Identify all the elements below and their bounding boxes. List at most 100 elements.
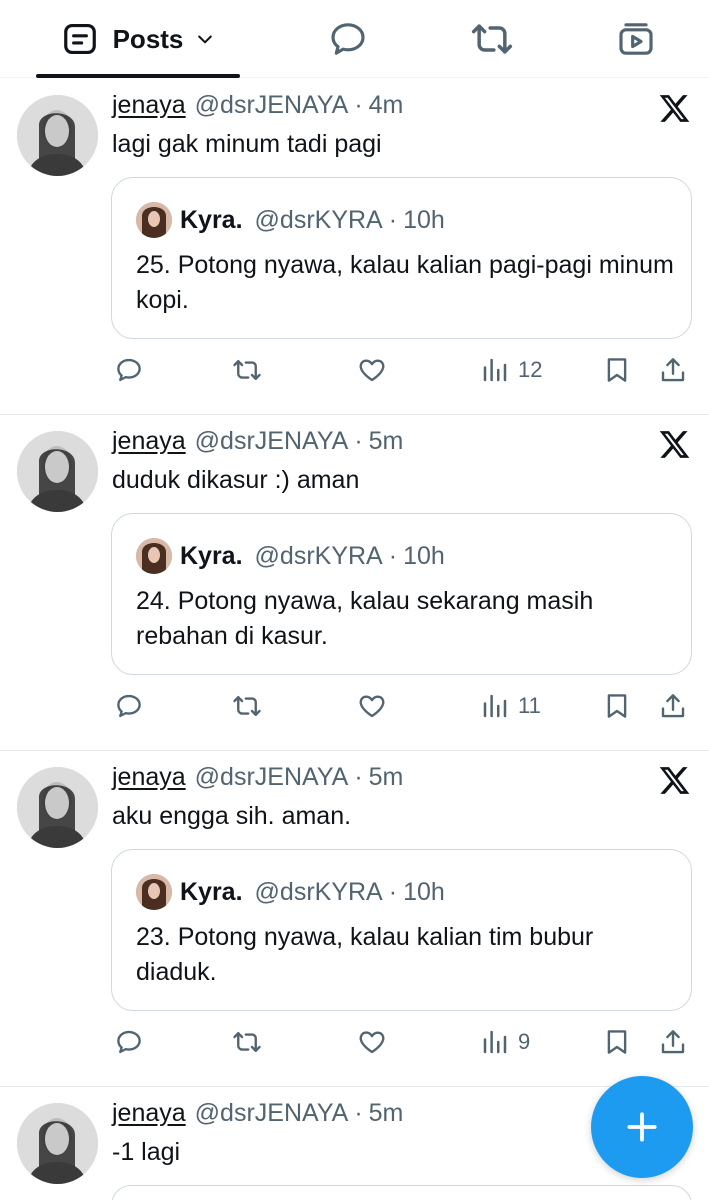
views-button[interactable]: 11 [480,690,541,722]
post[interactable]: jenaya @dsrJENAYA · 4m lagi gak minum ta… [0,79,709,415]
views-icon [483,1030,507,1054]
compose-button[interactable] [591,1076,693,1178]
quoted-post-text: 23. Potong nyawa, kalau kalian tim bubur… [136,923,594,986]
author-name[interactable]: jenaya [112,1099,186,1128]
heart-icon [359,359,385,382]
post-header: jenaya @dsrJENAYA · 4m [112,91,403,120]
post[interactable]: jenaya @dsrJENAYA · 5m aku engga sih. am… [0,751,709,1087]
author-name[interactable]: jenaya [112,763,186,792]
post-time[interactable]: 5m [369,763,404,792]
post-time[interactable]: 4m [369,91,404,120]
post-text: -1 lagi [112,1138,181,1166]
share-button[interactable] [658,1026,688,1058]
post-text: aku engga sih. aman. [112,802,352,830]
chevron-down-icon[interactable] [195,29,215,49]
separator-dot: · [388,877,398,906]
quoted-post-time: 10h [403,877,445,906]
tab-reposts[interactable] [452,0,532,78]
bookmark-icon [607,694,627,718]
like-button[interactable] [357,1026,387,1058]
post-feed: jenaya @dsrJENAYA · 4m lagi gak minum ta… [0,79,709,1200]
avatar[interactable] [17,95,98,176]
quoted-avatar [136,538,172,574]
quoted-post[interactable]: Kyra. @dsrKYRA · 10h 23. Potong nyawa, k… [111,849,692,1011]
tab-videos[interactable] [596,0,676,78]
post-header: jenaya @dsrJENAYA · 5m [112,427,403,456]
author-handle: @dsrJENAYA [194,427,349,455]
x-logo-icon [659,767,690,794]
separator-dot: · [354,1099,363,1127]
quoted-post[interactable]: Kyra. @dsrKYRA · 10h 25. Potong nyawa, k… [111,177,692,339]
repost-icon [233,1032,261,1052]
bookmark-icon [607,1030,627,1054]
quoted-post-text: 25. Potong nyawa, kalau kalian pagi-pagi… [136,251,674,314]
bookmark-icon [607,358,627,382]
like-button[interactable] [357,354,387,386]
quoted-avatar [136,874,172,910]
quoted-author-name: Kyra. [180,205,243,234]
repost-button[interactable] [232,690,262,722]
reply-icon [117,358,141,382]
post-header: jenaya @dsrJENAYA · 5m [112,1099,403,1128]
reply-icon [117,1030,141,1054]
quoted-post-time: 10h [403,541,445,570]
replies-icon [331,23,365,55]
share-button[interactable] [658,690,688,722]
reply-button[interactable] [114,690,144,722]
post-text: duduk dikasur :) aman [112,466,360,494]
avatar[interactable] [17,431,98,512]
bookmark-button[interactable] [602,1026,632,1058]
bookmark-button[interactable] [602,354,632,386]
quoted-post-text: 24. Potong nyawa, kalau sekarang masih r… [136,587,594,650]
post-actions: 11 [110,690,695,722]
post[interactable]: jenaya @dsrJENAYA · 5m duduk dikasur :) … [0,415,709,751]
post-actions: 12 [110,354,695,386]
tab-replies[interactable] [308,0,388,78]
views-button[interactable]: 9 [480,1026,530,1058]
quoted-post[interactable]: Kyra. @dsrKYRA · 10h 24. Potong nyawa, k… [111,513,692,675]
quoted-author-name: Kyra. [180,877,243,906]
separator-dot: · [388,205,398,234]
profile-tab-bar: Posts [0,0,709,78]
tab-posts-label: Posts [112,23,184,54]
author-handle: @dsrJENAYA [194,1099,349,1127]
repost-button[interactable] [232,354,262,386]
x-logo-icon [659,95,690,122]
share-icon [661,358,685,382]
author-name[interactable]: jenaya [112,427,186,456]
views-count: 12 [518,357,543,382]
avatar[interactable] [17,1103,98,1184]
avatar[interactable] [17,767,98,848]
quoted-post-header: Kyra. @dsrKYRA · 10h [136,538,445,574]
reply-button[interactable] [114,354,144,386]
quoted-post-time: 10h [403,205,445,234]
separator-dot: · [354,91,363,119]
repost-icon [233,696,261,716]
author-handle: @dsrJENAYA [194,763,349,791]
views-count: 9 [518,1029,531,1054]
bookmark-button[interactable] [602,690,632,722]
repost-button[interactable] [232,1026,262,1058]
separator-dot: · [388,541,398,570]
views-button[interactable]: 12 [480,354,542,386]
author-name[interactable]: jenaya [112,91,186,120]
post-text: lagi gak minum tadi pagi [112,130,382,158]
heart-icon [359,1031,385,1054]
reply-button[interactable] [114,1026,144,1058]
share-button[interactable] [658,354,688,386]
post-header: jenaya @dsrJENAYA · 5m [112,763,403,792]
videos-icon [619,23,653,55]
quoted-avatar [136,202,172,238]
quoted-post-header: Kyra. @dsrKYRA · 10h [136,202,445,238]
plus-icon [627,1112,657,1142]
post-time[interactable]: 5m [369,1099,404,1128]
author-handle: @dsrJENAYA [194,91,349,119]
separator-dot: · [354,763,363,791]
post-time[interactable]: 5m [369,427,404,456]
views-icon [483,358,507,382]
quoted-post[interactable] [111,1185,692,1200]
tab-posts[interactable]: Posts [36,0,240,78]
views-count: 11 [518,693,541,718]
views-icon [483,694,507,718]
like-button[interactable] [357,690,387,722]
